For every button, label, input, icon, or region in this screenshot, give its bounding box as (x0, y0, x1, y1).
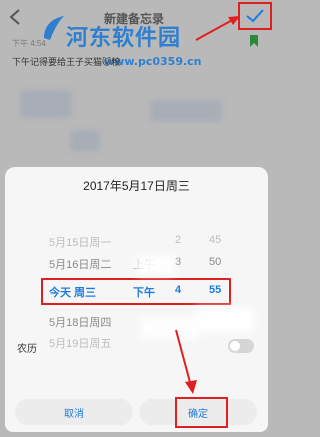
picker-date-cell: 5月18日周四 (49, 317, 112, 329)
blurred-region (150, 100, 222, 122)
picker-date-cell: 5月19日周五 (49, 338, 112, 350)
picker-minute-cell: 50 (209, 256, 222, 268)
watermark-title: 河东软件园 (66, 26, 182, 51)
annotation-box-selected-row (41, 278, 231, 305)
blurred-region (140, 317, 200, 339)
back-button[interactable] (6, 8, 26, 26)
blurred-region (195, 307, 255, 333)
bookmark-icon[interactable] (249, 35, 259, 47)
picker-date-cell: 5月15日周一 (49, 237, 112, 249)
blurred-region (70, 130, 100, 152)
picker-hour-cell: 3 (175, 256, 182, 268)
picker-hour-cell: 2 (175, 234, 182, 246)
date-picker-sheet: 2017年5月17日周三 5月15日周一 2 45 5月16日周二 上午 3 5… (5, 167, 268, 432)
picker-minute-cell: 45 (209, 234, 222, 246)
toggle-knob (230, 341, 240, 351)
picker-date-cell: 5月16日周二 (49, 259, 112, 271)
note-time: 下午 4:54 (12, 39, 46, 48)
annotation-box-check (238, 2, 272, 30)
note-text[interactable]: 下午记得要给王子买猫🐱粮 (12, 55, 120, 68)
cancel-button[interactable]: 取消 (15, 399, 133, 425)
lunar-label: 农历 (17, 344, 37, 355)
annotation-box-confirm (175, 397, 228, 428)
lunar-toggle[interactable] (228, 339, 254, 353)
back-arrow-icon (9, 9, 20, 25)
picker-row[interactable]: 5月15日周一 2 45 (5, 231, 268, 251)
blurred-region (135, 255, 175, 275)
blurred-region (20, 90, 72, 118)
picker-date-title: 2017年5月17日周三 (83, 179, 190, 193)
